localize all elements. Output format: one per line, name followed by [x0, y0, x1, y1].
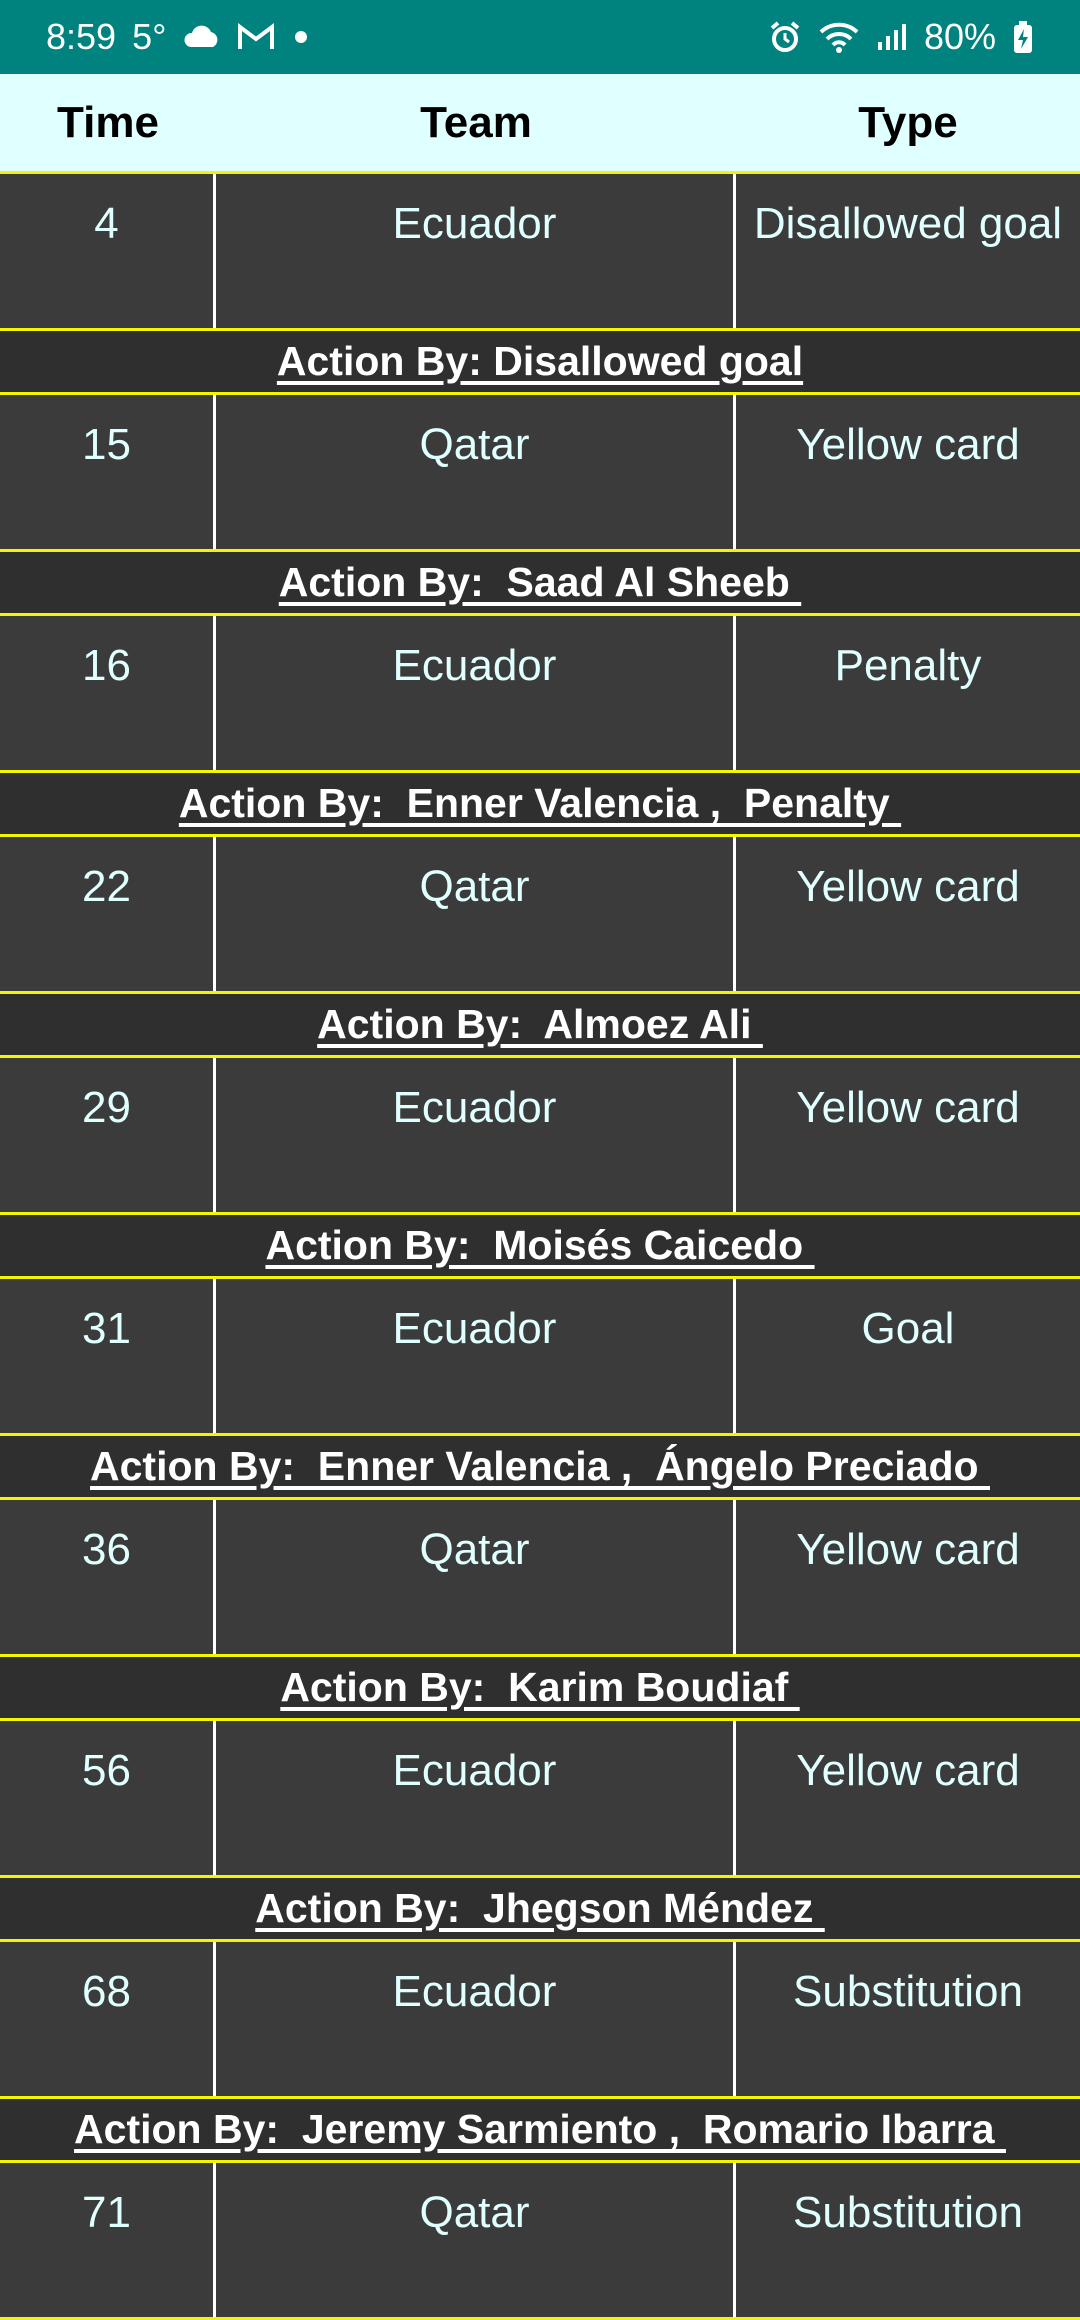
table-row[interactable]: 31 Ecuador Goal [0, 1279, 1080, 1436]
event-type: Yellow card [796, 1525, 1020, 1574]
event-type: Goal [861, 1304, 955, 1353]
event-time: 15 [0, 395, 216, 549]
event-type: Penalty [834, 641, 982, 690]
event-time: 56 [0, 1721, 216, 1875]
action-by-row: Action By: Almoez Ali [0, 994, 1080, 1058]
event-team: Ecuador [216, 616, 736, 770]
table-row[interactable]: 22 Qatar Yellow card [0, 837, 1080, 994]
event-time: 4 [0, 174, 216, 328]
action-by-label: Action By: Jhegson Méndez [255, 1885, 825, 1931]
cloud-icon [183, 25, 221, 49]
table-header: Time Team Type [0, 74, 1080, 174]
event-type: Substitution [793, 1967, 1023, 2016]
action-by-label: Action By: Almoez Ali [317, 1001, 763, 1047]
event-time: 36 [0, 1500, 216, 1654]
action-by-label: Action By: Jeremy Sarmiento , Romario Ib… [74, 2106, 1006, 2152]
event-team: Qatar [216, 2163, 736, 2317]
table-row[interactable]: 29 Ecuador Yellow card [0, 1058, 1080, 1215]
action-by-label: Action By: Enner Valencia , Penalty [178, 780, 902, 826]
event-team: Qatar [216, 837, 736, 991]
temperature: 5° [132, 16, 167, 57]
event-team: Ecuador [216, 1721, 736, 1875]
event-team: Qatar [216, 395, 736, 549]
table-row[interactable]: 68 Ecuador Substitution [0, 1942, 1080, 2099]
event-time: 71 [0, 2163, 216, 2317]
event-time: 31 [0, 1279, 216, 1433]
action-by-row: Action By: Moisés Caicedo [0, 1215, 1080, 1279]
action-by-row: Action By: Enner Valencia , Penalty [0, 773, 1080, 837]
action-by-label: Action By: Moisés Caicedo [265, 1222, 815, 1268]
event-team: Ecuador [216, 1279, 736, 1433]
table-row[interactable]: 56 Ecuador Yellow card [0, 1721, 1080, 1878]
clock: 8:59 [46, 16, 117, 57]
action-by-label: Action By: Karim Boudiaf [280, 1664, 800, 1710]
action-by-row: Action By: Karim Boudiaf [0, 1657, 1080, 1721]
table-row[interactable]: 4 Ecuador Disallowed goal [0, 174, 1080, 331]
status-bar: 8:59 5° 80% [0, 0, 1080, 74]
battery-charging-icon [1012, 20, 1034, 54]
event-time: 22 [0, 837, 216, 991]
action-by-row: Action By: Jeremy Sarmiento , Romario Ib… [0, 2099, 1080, 2163]
event-type: Yellow card [796, 420, 1020, 469]
event-type: Yellow card [796, 1746, 1020, 1795]
column-header-time: Time [57, 97, 159, 147]
action-by-label: Action By: Enner Valencia , Ángelo Preci… [90, 1443, 990, 1489]
column-header-team: Team [420, 97, 532, 147]
event-type: Yellow card [796, 862, 1020, 911]
event-type: Disallowed goal [753, 199, 1063, 248]
action-by-label: Action By: Saad Al Sheeb [278, 559, 802, 605]
signal-icon [876, 22, 908, 52]
event-team: Ecuador [216, 174, 736, 328]
table-row[interactable]: 15 Qatar Yellow card [0, 395, 1080, 552]
event-team: Ecuador [216, 1058, 736, 1212]
table-row[interactable]: 36 Qatar Yellow card [0, 1500, 1080, 1657]
table-row[interactable]: 71 Qatar Substitution [0, 2163, 1080, 2320]
event-time: 16 [0, 616, 216, 770]
alarm-icon [768, 20, 802, 54]
dot-icon [291, 27, 311, 47]
wifi-icon [818, 21, 860, 53]
event-team: Ecuador [216, 1942, 736, 2096]
event-time: 68 [0, 1942, 216, 2096]
battery-percent: 80% [923, 16, 996, 57]
action-by-row: Action By: Enner Valencia , Ángelo Preci… [0, 1436, 1080, 1500]
action-by-row: Action By: Jhegson Méndez [0, 1878, 1080, 1942]
event-type: Yellow card [796, 1083, 1020, 1132]
event-time: 29 [0, 1058, 216, 1212]
gmail-icon [237, 23, 275, 51]
action-by-row: Action By: Disallowed goal [0, 331, 1080, 395]
table-row[interactable]: 16 Ecuador Penalty [0, 616, 1080, 773]
column-header-type: Type [858, 97, 958, 147]
event-type: Substitution [793, 2188, 1023, 2237]
action-by-row: Action By: Saad Al Sheeb [0, 552, 1080, 616]
events-list[interactable]: 4 Ecuador Disallowed goal Action By: Disall… [0, 174, 1080, 2320]
event-team: Qatar [216, 1500, 736, 1654]
action-by-label: Action By: Disallowed goal [276, 338, 804, 384]
